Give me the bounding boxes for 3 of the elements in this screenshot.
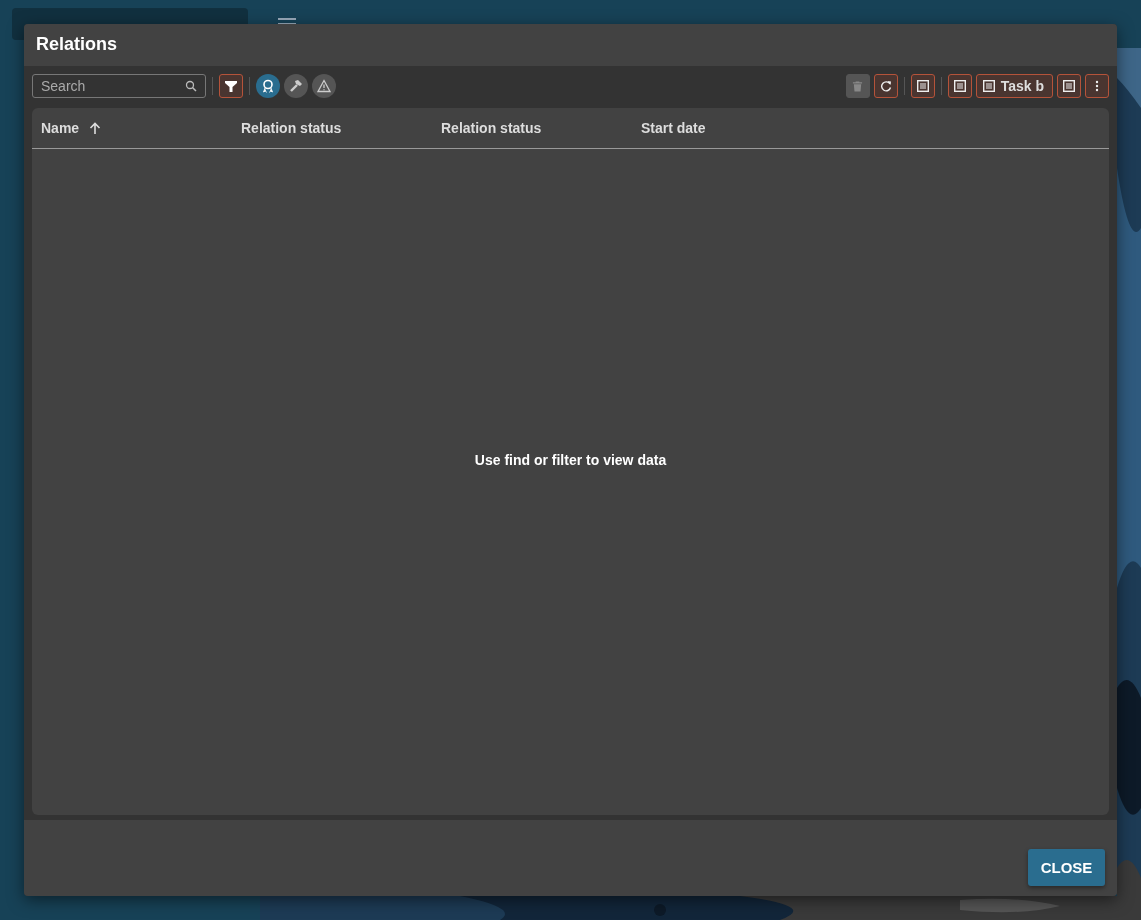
column-title: Name bbox=[41, 120, 80, 136]
dialog-title: Relations bbox=[24, 24, 1117, 66]
empty-message: Use find or filter to view data bbox=[474, 451, 667, 468]
